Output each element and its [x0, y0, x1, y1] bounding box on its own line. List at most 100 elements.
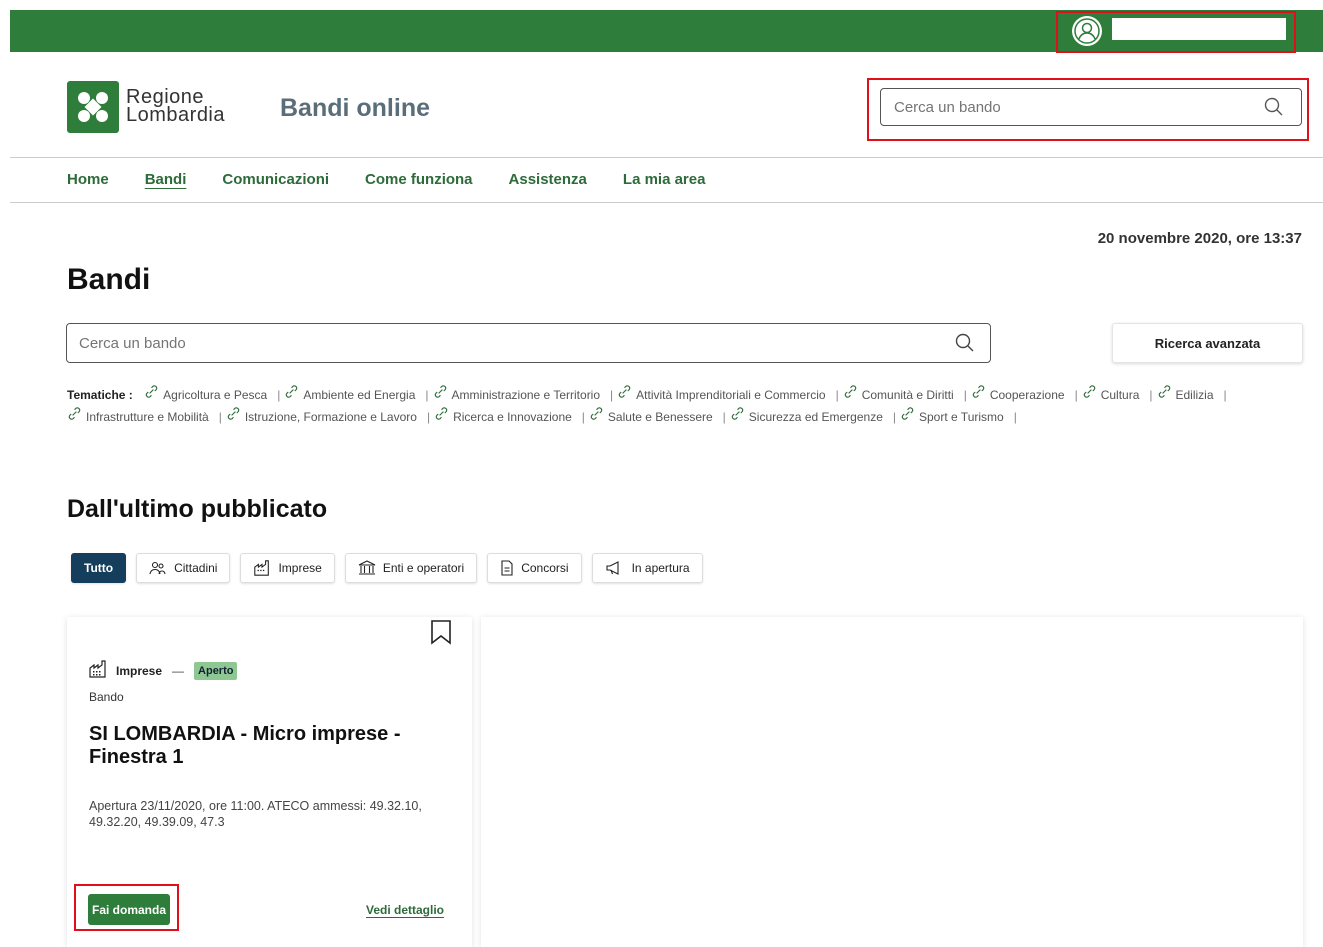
advanced-search-button[interactable]: Ricerca avanzata	[1112, 323, 1303, 363]
nav-item-la-mia-area[interactable]: La mia area	[623, 171, 706, 188]
page-title: Bandi	[67, 263, 151, 296]
card-title[interactable]: SI LOMBARDIA - Micro imprese - Finestra …	[89, 723, 409, 769]
logo-text: Regione Lombardia	[126, 87, 225, 125]
card-type: Bando	[89, 690, 124, 704]
bookmark-icon[interactable]	[430, 619, 452, 650]
filter-label: Cittadini	[174, 561, 218, 575]
category-filters: Tutto Cittadini Imprese Enti e operatori Con…	[71, 553, 703, 583]
tematica-item[interactable]: Agricoltura e Pesca |	[144, 384, 280, 406]
tematica-label: Infrastrutture e Mobilità	[86, 409, 209, 424]
search-icon[interactable]	[1264, 97, 1284, 122]
tematica-separator: |	[1223, 387, 1227, 402]
tematica-item[interactable]: Attività Imprenditoriali e Commercio |	[617, 384, 839, 406]
tematica-label: Cultura	[1100, 387, 1140, 402]
tematica-item[interactable]: Amministrazione e Territorio |	[433, 384, 613, 406]
link-icon	[434, 406, 449, 428]
tematica-item[interactable]: Salute e Benessere |	[589, 406, 726, 428]
tematica-label: Amministrazione e Territorio	[451, 387, 601, 402]
bandi-search-input[interactable]	[66, 323, 991, 363]
megaphone-icon	[605, 560, 625, 576]
tematica-item[interactable]: Comunità e Diritti |	[843, 384, 967, 406]
link-icon	[971, 384, 986, 406]
people-icon	[149, 561, 167, 575]
link-icon	[144, 384, 159, 406]
tematica-label: Ricerca e Innovazione	[453, 409, 572, 424]
link-icon	[1082, 384, 1097, 406]
card-description: Apertura 23/11/2020, ore 11:00. ATECO am…	[89, 799, 422, 829]
tematica-separator: |	[892, 409, 896, 424]
link-icon	[900, 406, 915, 428]
search-icon[interactable]	[955, 333, 975, 358]
user-name[interactable]	[1112, 18, 1286, 40]
tematica-separator: |	[722, 409, 726, 424]
filter-concorsi[interactable]: Concorsi	[487, 553, 582, 583]
filter-label: In apertura	[631, 561, 690, 575]
nav-item-comunicazioni[interactable]: Comunicazioni	[222, 171, 329, 188]
tematica-label: Istruzione, Formazione e Lavoro	[244, 409, 417, 424]
card-meta: Imprese — Aperto	[88, 659, 238, 682]
tematica-label: Edilizia	[1175, 387, 1214, 402]
tematiche-label: Tematiche :	[67, 388, 133, 402]
tematica-separator: |	[1013, 409, 1017, 424]
tematica-item[interactable]: Infrastrutture e Mobilità |	[67, 406, 222, 428]
tematica-item[interactable]: Sport e Turismo |	[900, 406, 1017, 428]
nav-item-bandi[interactable]: Bandi	[145, 171, 187, 188]
filter-in-apertura[interactable]: In apertura	[591, 553, 703, 583]
tematica-separator: |	[963, 387, 967, 402]
tematica-label: Attività Imprenditoriali e Commercio	[636, 387, 826, 402]
card-category: Imprese	[116, 663, 163, 678]
tematica-item[interactable]: Edilizia |	[1157, 384, 1227, 406]
nav-divider-top	[10, 157, 1323, 158]
filter-label: Enti e operatori	[382, 561, 465, 575]
filter-label: Tutto	[84, 561, 114, 575]
tematica-separator: |	[835, 387, 839, 402]
filter-label: Concorsi	[521, 561, 569, 575]
nav-item-come-funziona[interactable]: Come funziona	[365, 171, 473, 188]
detail-link[interactable]: Vedi dettaglio	[366, 903, 444, 917]
nav-item-assistenza[interactable]: Assistenza	[509, 171, 587, 188]
tematica-label: Sicurezza ed Emergenze	[748, 409, 883, 424]
tematica-separator: |	[277, 387, 281, 402]
regione-lombardia-logo[interactable]	[67, 81, 119, 133]
filter-imprese[interactable]: Imprese	[240, 553, 335, 583]
user-icon[interactable]	[1072, 16, 1102, 46]
tematica-label: Agricoltura e Pesca	[163, 387, 268, 402]
link-icon	[843, 384, 858, 406]
factory-icon	[253, 559, 271, 577]
institution-icon	[358, 560, 376, 576]
tematica-item[interactable]: Ambiente ed Energia |	[284, 384, 429, 406]
filter-label: Imprese	[278, 561, 322, 575]
header-search-input[interactable]	[880, 88, 1302, 126]
filter-cittadini[interactable]: Cittadini	[136, 553, 231, 583]
tematica-separator: |	[1074, 387, 1078, 402]
document-icon	[500, 560, 514, 576]
nav-item-home[interactable]: Home	[67, 171, 109, 188]
tematica-item[interactable]: Ricerca e Innovazione |	[434, 406, 585, 428]
tematica-label: Ambiente ed Energia	[303, 387, 416, 402]
link-icon	[617, 384, 632, 406]
status-badge: Aperto	[194, 661, 238, 680]
site-title[interactable]: Bandi online	[280, 94, 430, 123]
tematica-separator: |	[1149, 387, 1153, 402]
tematica-separator: |	[425, 387, 429, 402]
tematica-separator: |	[426, 409, 431, 424]
tematica-item[interactable]: Cultura |	[1082, 384, 1153, 406]
tematiche-list: Tematiche : Agricoltura e Pesca | Ambiente…	[67, 384, 1307, 428]
link-icon	[226, 406, 241, 428]
tematica-item[interactable]: Cooperazione |	[971, 384, 1078, 406]
tematica-item[interactable]: Sicurezza ed Emergenze |	[730, 406, 896, 428]
filter-enti-e-operatori[interactable]: Enti e operatori	[344, 553, 478, 583]
tematica-label: Comunità e Diritti	[861, 387, 954, 402]
meta-separator: —	[172, 663, 185, 678]
filter-tutto[interactable]: Tutto	[71, 553, 127, 583]
tematica-label: Salute e Benessere	[607, 409, 713, 424]
main-nav: Home Bandi Comunicazioni Come funziona Assis…	[67, 171, 705, 188]
empty-card-area	[481, 617, 1303, 947]
apply-button[interactable]: Fai domanda	[88, 894, 170, 925]
tematica-label: Cooperazione	[989, 387, 1065, 402]
tematica-item[interactable]: Istruzione, Formazione e Lavoro |	[226, 406, 430, 428]
link-icon	[730, 406, 745, 428]
tematica-separator: |	[581, 409, 585, 424]
link-icon	[589, 406, 604, 428]
bando-card: Imprese — Aperto Bando SI LOMBARDIA - Mi…	[67, 617, 472, 947]
